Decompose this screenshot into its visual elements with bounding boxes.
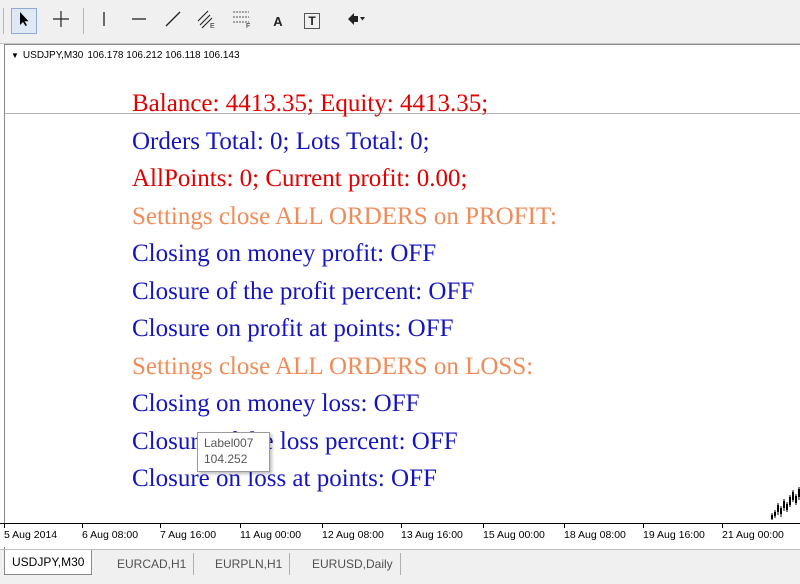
vertical-line-icon (95, 10, 113, 33)
trendline-icon (164, 10, 182, 33)
symbol-name: USDJPY,M30 (22, 50, 84, 61)
tooltip-value: 104.252 (204, 452, 248, 466)
equidistant-channel-tool-button[interactable]: E (194, 8, 220, 34)
cursor-icon (17, 11, 31, 32)
symbol-info: ▼ USDJPY,M30 106.178 106.212 106.118 106… (11, 50, 240, 61)
trendline-tool-button[interactable] (160, 8, 186, 34)
chart-tabs: USDJPY,M30 EURCAD,H1 EURPLN,H1 EURUSD,Da… (0, 549, 800, 584)
profit-percent-setting: Closure of the profit percent: OFF (132, 277, 475, 305)
fibonacci-retracement-icon: F (231, 9, 253, 34)
crosshair-tool-button[interactable] (48, 8, 74, 34)
toolbar-separator (83, 8, 84, 34)
caret-down-icon: ▼ (11, 51, 19, 60)
crosshair-icon (52, 10, 70, 33)
time-label: 21 Aug 00:00 (722, 529, 784, 541)
text-tool-button[interactable]: A (265, 8, 291, 34)
time-label: 15 Aug 00:00 (483, 529, 545, 541)
time-tick (322, 524, 323, 528)
time-label: 7 Aug 16:00 (160, 529, 217, 541)
time-tick (483, 524, 484, 528)
object-tooltip: Label007 104.252 (197, 432, 270, 472)
time-tick (160, 524, 161, 528)
points-profit-line: AllPoints: 0; Current profit: 0.00; (132, 165, 468, 192)
loss-percent-setting: Closure of the loss percent: OFF (132, 427, 458, 455)
tab-usdjpy-m30[interactable]: USDJPY,M30 (4, 550, 93, 575)
time-label: 6 Aug 08:00 (82, 529, 139, 541)
ohlc-values: 106.178 106.212 106.118 106.143 (87, 50, 240, 61)
time-label: 19 Aug 16:00 (643, 529, 705, 541)
tab-eurusd-daily[interactable]: EURUSD,Daily (305, 553, 401, 575)
svg-text:E: E (210, 23, 215, 29)
money-profit-setting: Closing on money profit: OFF (132, 240, 437, 267)
money-loss-setting: Closing on money loss: OFF (132, 390, 420, 417)
drawing-toolbar: E F A T (0, 0, 800, 44)
svg-text:F: F (246, 23, 250, 29)
time-label: 11 Aug 00:00 (240, 529, 302, 541)
info-panel: Balance: 4413.35; Equity: 4413.35; Order… (132, 85, 557, 498)
time-tick (722, 524, 723, 528)
profit-points-setting: Closure on profit at points: OFF (132, 315, 454, 342)
horizontal-line-tool-button[interactable] (126, 8, 152, 34)
arrows-dropdown-button[interactable] (336, 8, 376, 34)
time-axis: 5 Aug 2014 6 Aug 08:00 7 Aug 16:00 11 Au… (0, 523, 800, 547)
loss-settings-heading: Settings close ALL ORDERS on LOSS: (132, 352, 534, 380)
fibonacci-tool-button[interactable]: F (229, 8, 255, 34)
time-label: 18 Aug 08:00 (564, 529, 626, 541)
time-tick (401, 524, 402, 528)
tab-eurcad-h1[interactable]: EURCAD,H1 (110, 553, 195, 575)
horizontal-line-icon (130, 10, 148, 33)
toolbar-grip (3, 8, 4, 34)
text-label-icon: T (304, 13, 320, 29)
time-tick (4, 524, 5, 528)
loss-points-setting: Closure on loss at points: OFF (132, 465, 437, 492)
time-label: 5 Aug 2014 (4, 529, 58, 541)
arrows-icon (346, 11, 366, 32)
vertical-line-tool-button[interactable] (91, 8, 117, 34)
tooltip-name: Label007 (204, 436, 254, 450)
time-tick (240, 524, 241, 528)
time-tick (82, 524, 83, 528)
time-label: 12 Aug 08:00 (322, 529, 384, 541)
time-label: 13 Aug 16:00 (401, 529, 463, 541)
price-candles (771, 487, 800, 520)
text-icon: A (273, 13, 283, 29)
orders-lots-line: Orders Total: 0; Lots Total: 0; (132, 127, 430, 155)
chart-window[interactable]: ▼ USDJPY,M30 106.178 106.212 106.118 106… (4, 44, 800, 550)
balance-equity-line: Balance: 4413.35; Equity: 4413.35; (132, 90, 489, 117)
text-label-tool-button[interactable]: T (299, 8, 325, 34)
time-tick (564, 524, 565, 528)
time-tick (643, 524, 644, 528)
equidistant-channel-icon: E (196, 9, 218, 34)
profit-settings-heading: Settings close ALL ORDERS on PROFIT: (132, 202, 557, 230)
tab-eurpln-h1[interactable]: EURPLN,H1 (208, 553, 291, 575)
cursor-tool-button[interactable] (11, 8, 37, 34)
